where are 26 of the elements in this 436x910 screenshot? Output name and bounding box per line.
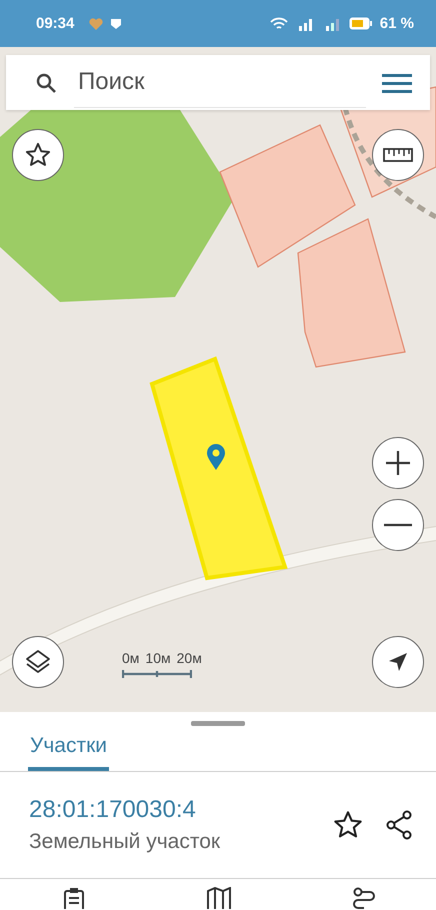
clock-time: 09:34	[36, 15, 74, 32]
tab[interactable]: Участки	[28, 730, 109, 771]
location-pin-icon[interactable]	[206, 443, 226, 471]
ruler-icon	[383, 148, 413, 162]
route-icon[interactable]	[352, 887, 376, 909]
star-icon	[24, 141, 52, 169]
scale-label: 0м	[122, 650, 140, 666]
minus-icon	[384, 523, 412, 527]
share-icon[interactable]	[384, 809, 414, 841]
layers-icon	[24, 648, 52, 676]
scale-label: 20м	[176, 650, 202, 666]
wifi-icon	[270, 16, 288, 30]
battery-icon	[348, 17, 373, 30]
plus-icon	[384, 449, 412, 477]
scale-bar-icon	[122, 669, 192, 679]
map-icon[interactable]	[206, 887, 232, 909]
shield-icon	[110, 18, 122, 30]
scale-label: 10м	[145, 650, 171, 666]
navigation-arrow-icon	[387, 651, 409, 673]
clipboard-icon[interactable]	[62, 887, 86, 909]
cadastral-number[interactable]: 28:01:170030:4	[29, 796, 312, 824]
heart-icon	[89, 18, 104, 30]
drag-handle[interactable]	[191, 721, 245, 726]
battery-percent: 61 %	[380, 15, 414, 32]
search-field[interactable]: Поиск	[6, 55, 430, 110]
parcel-type: Земельный участок	[29, 830, 222, 854]
